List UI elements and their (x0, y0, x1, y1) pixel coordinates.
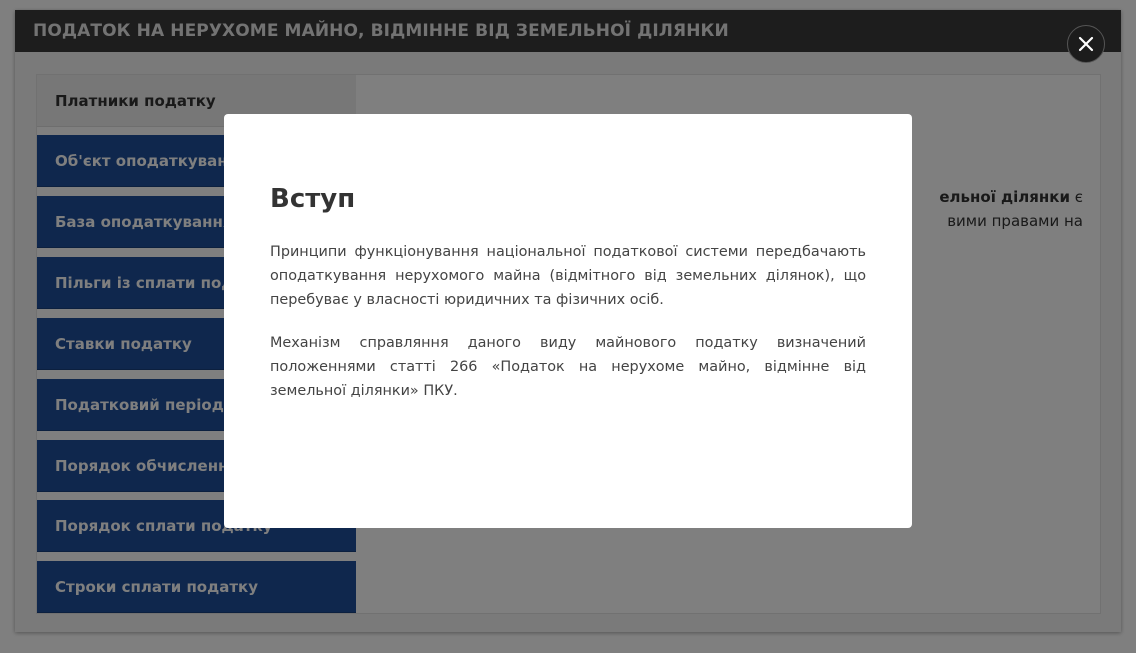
close-icon (1078, 36, 1094, 52)
modal-paragraph: Механізм справляння даного виду майновог… (270, 335, 866, 399)
modal-title: Вступ (270, 184, 356, 214)
intro-modal: Вступ Принципи функціонування національн… (224, 114, 912, 528)
modal-paragraph: Принципи функціонування національної под… (270, 244, 866, 308)
close-button[interactable] (1067, 25, 1105, 63)
